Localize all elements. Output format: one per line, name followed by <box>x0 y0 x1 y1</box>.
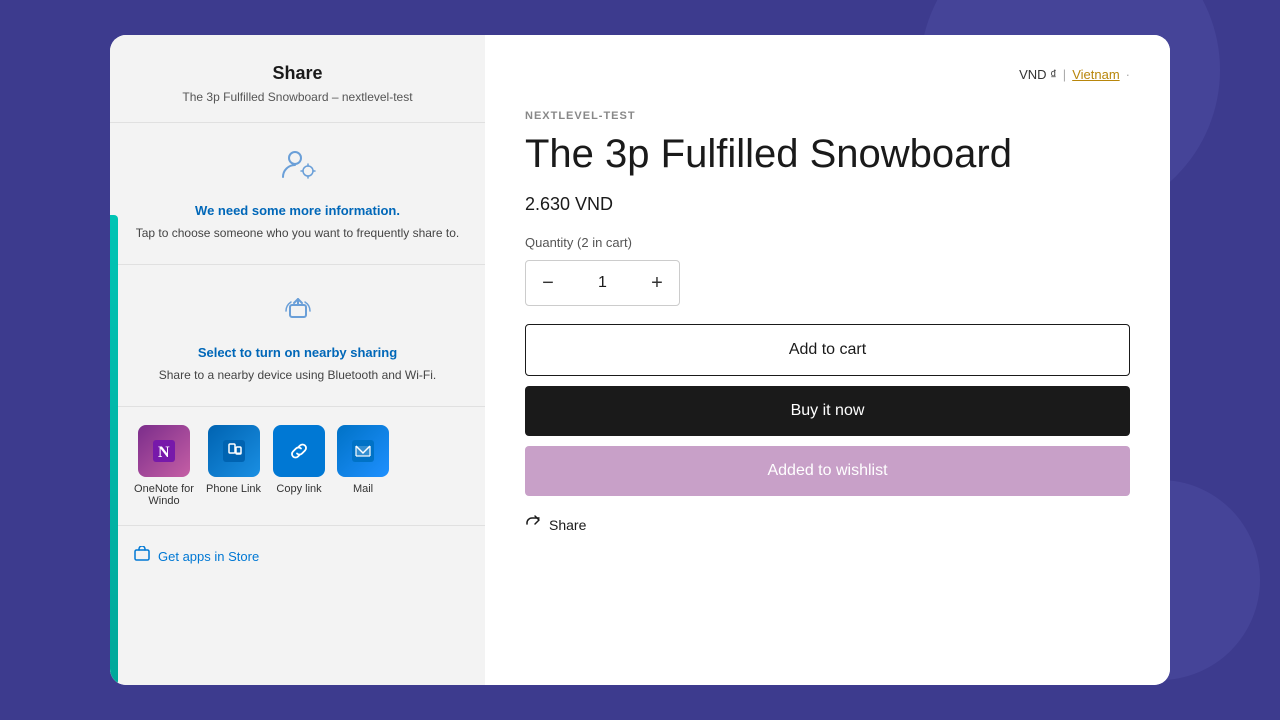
product-panel: VND ₫ | Vietnam · NEXTLEVEL-TEST The 3p … <box>485 35 1170 685</box>
wishlist-button[interactable]: Added to wishlist <box>525 446 1130 496</box>
get-apps-link[interactable]: Get apps in Store <box>110 526 485 587</box>
nearby-link-text[interactable]: Select to turn on nearby sharing <box>134 345 461 360</box>
currency-bar: VND ₫ | Vietnam · <box>525 67 1130 82</box>
info-link-text[interactable]: We need some more information. <box>134 203 461 218</box>
quantity-value: 1 <box>570 274 635 292</box>
phonelink-label: Phone Link <box>206 483 261 495</box>
add-to-cart-button[interactable]: Add to cart <box>525 324 1130 376</box>
copylink-icon <box>273 425 325 477</box>
apps-section: N OneNote for Windo <box>110 407 485 526</box>
onenote-icon: N <box>138 425 190 477</box>
quantity-increase-button[interactable]: + <box>635 261 679 305</box>
share-subtitle: The 3p Fulfilled Snowboard – nextlevel-t… <box>134 90 461 104</box>
mail-label: Mail <box>353 483 373 495</box>
app-copylink[interactable]: Copy link <box>273 425 325 507</box>
nearby-section[interactable]: Select to turn on nearby sharing Share t… <box>110 265 485 407</box>
copylink-label: Copy link <box>276 483 321 495</box>
currency-divider: | <box>1063 67 1066 82</box>
mail-icon <box>337 425 389 477</box>
info-section[interactable]: We need some more information. Tap to ch… <box>110 123 485 265</box>
share-product-label: Share <box>549 517 586 533</box>
quantity-decrease-button[interactable]: − <box>526 261 570 305</box>
currency-text: VND ₫ <box>1019 67 1057 82</box>
nearby-share-icon <box>134 287 461 335</box>
brand-label: NEXTLEVEL-TEST <box>525 110 1130 122</box>
product-price: 2.630 VND <box>525 194 1130 215</box>
get-apps-text: Get apps in Store <box>158 549 259 564</box>
product-title: The 3p Fulfilled Snowboard <box>525 130 1130 178</box>
main-card: Share The 3p Fulfilled Snowboard – nextl… <box>110 35 1170 685</box>
dot-separator: · <box>1126 67 1130 82</box>
phonelink-icon <box>208 425 260 477</box>
app-mail[interactable]: Mail <box>337 425 389 507</box>
quantity-label: Quantity (2 in cart) <box>525 235 1130 250</box>
app-phonelink[interactable]: Phone Link <box>206 425 261 507</box>
buy-now-button[interactable]: Buy it now <box>525 386 1130 436</box>
share-header: Share The 3p Fulfilled Snowboard – nextl… <box>110 35 485 123</box>
nearby-description: Share to a nearby device using Bluetooth… <box>134 366 461 384</box>
app-onenote[interactable]: N OneNote for Windo <box>134 425 194 507</box>
store-icon <box>134 546 150 567</box>
share-product-icon <box>525 514 541 535</box>
info-description: Tap to choose someone who you want to fr… <box>134 224 461 242</box>
apps-grid: N OneNote for Windo <box>134 425 461 507</box>
share-link[interactable]: Share <box>525 514 1130 535</box>
country-text[interactable]: Vietnam <box>1072 67 1119 82</box>
share-title: Share <box>134 63 461 84</box>
share-panel: Share The 3p Fulfilled Snowboard – nextl… <box>110 35 485 685</box>
person-icon <box>134 145 461 193</box>
onenote-label: OneNote for Windo <box>134 483 194 507</box>
svg-text:N: N <box>158 444 170 461</box>
quantity-control: − 1 + <box>525 260 680 306</box>
